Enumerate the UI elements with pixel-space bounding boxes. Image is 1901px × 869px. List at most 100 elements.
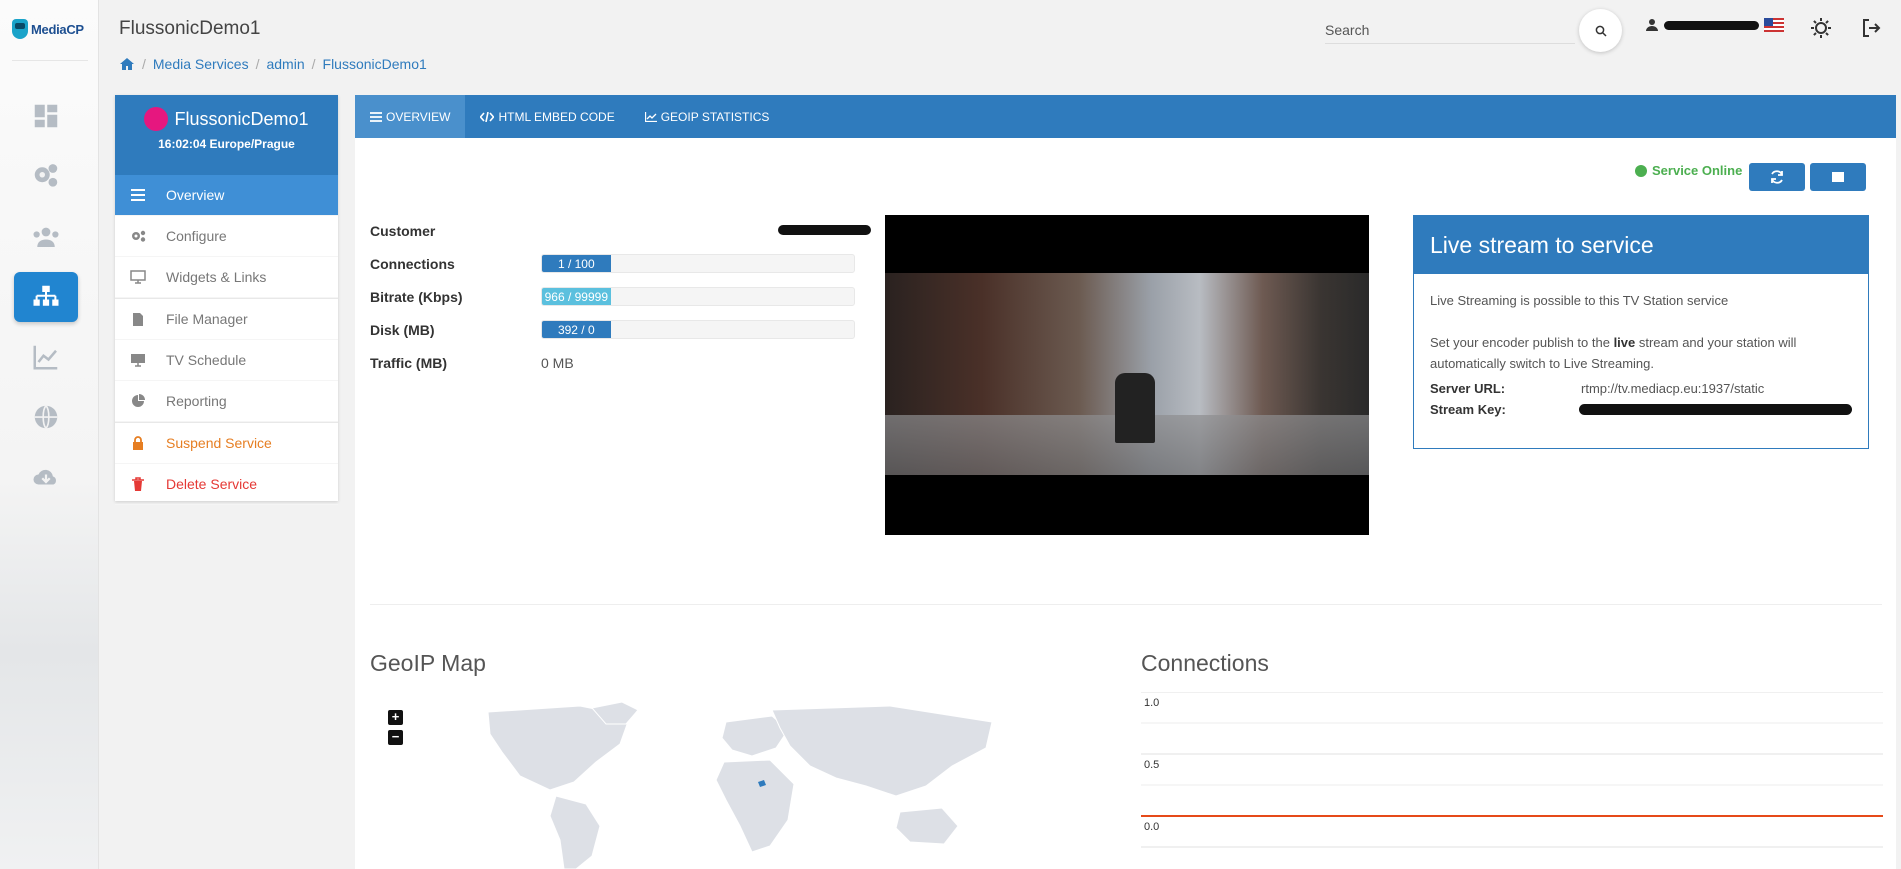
map-australia [895,807,959,845]
search-input[interactable]: Search [1325,20,1575,44]
menu-tv-schedule[interactable]: TV Schedule [115,340,338,381]
theme-toggle-icon[interactable] [1810,17,1832,39]
service-name: FlussonicDemo1 [174,108,309,129]
connections-chart: 1.0 0.5 0.0 [1141,692,1883,848]
live-stream-panel: Live stream to service Live Streaming is… [1413,215,1869,449]
menu-delete-service[interactable]: Delete Service [115,464,338,505]
stream-key-label: Stream Key: [1430,402,1506,417]
stop-button[interactable] [1810,163,1866,191]
chart-icon [644,111,657,122]
left-rail: MediaCP [0,0,99,869]
menu-reporting[interactable]: Reporting [115,381,338,422]
map-south-america [549,795,601,869]
gears-icon [132,230,146,242]
rail-settings[interactable] [14,151,78,201]
user-menu[interactable] [1645,18,1784,32]
menu-label: Configure [166,228,227,244]
server-url-value[interactable]: rtmp://tv.mediacp.eu:1937/static [1581,378,1764,399]
users-icon [33,227,59,247]
live-stream-title: Live stream to service [1414,216,1868,274]
connections-label: Connections [370,256,455,272]
menu-widgets-links[interactable]: Widgets & Links [115,257,338,298]
video-player[interactable] [885,215,1369,535]
rail-network[interactable] [14,392,78,442]
menu-file-manager[interactable]: File Manager [115,299,338,340]
redacted-username [1664,20,1759,30]
dashboard-icon [34,104,58,128]
menu-label: Widgets & Links [166,269,267,285]
menu-suspend-service[interactable]: Suspend Service [115,423,338,464]
status-online-icon [1635,164,1647,177]
menu-label: File Manager [166,311,248,327]
user-icon [1646,19,1658,31]
live-line2: Set your encoder publish to the live str… [1430,335,1797,371]
search-button[interactable] [1579,9,1622,52]
lock-icon [133,436,143,450]
us-flag-icon[interactable] [1764,18,1784,32]
section-divider [370,604,1882,605]
menu-label: Reporting [166,393,227,409]
rail-users[interactable] [14,212,78,262]
logo-mark-icon [12,19,28,39]
traffic-label: Traffic (MB) [370,355,447,371]
mediacp-logo[interactable]: MediaCP [12,14,88,44]
bars-icon [131,189,145,201]
breadcrumb-admin[interactable]: admin [266,56,304,72]
rail-statistics[interactable] [14,332,78,382]
menu-label: TV Schedule [166,352,247,368]
breadcrumb-separator: / [255,56,260,72]
tab-label: GEOIP STATISTICS [660,109,770,124]
menu-label: Delete Service [166,476,258,492]
monitor-icon [130,270,146,284]
traffic-value: 0 MB [541,355,574,371]
desktop-icon [131,354,145,367]
stop-icon [1832,172,1844,182]
disk-progress: 392 / 0 [541,320,855,339]
menu-label: Suspend Service [166,435,272,451]
tab-label: OVERVIEW [386,109,451,124]
globe-icon [34,405,58,429]
rail-downloads[interactable] [14,452,78,502]
live-line1: Live Streaming is possible to this TV St… [1430,293,1729,308]
gears-icon [34,164,58,187]
map-africa [715,759,795,853]
bitrate-fill: 966 / 99999 [542,288,611,305]
home-icon[interactable] [119,57,135,71]
search-icon [1595,25,1607,37]
tab-geoip-statistics[interactable]: GEOIP STATISTICS [630,95,785,138]
tab-overview[interactable]: OVERVIEW [355,95,466,138]
video-frame [885,273,1369,475]
breadcrumb-separator: / [311,56,316,72]
server-url-label: Server URL: [1430,381,1506,396]
menu-overview[interactable]: Overview [115,175,338,216]
bitrate-label: Bitrate (Kbps) [370,289,463,305]
geoip-map-title: GeoIP Map [370,650,486,676]
file-icon [133,312,143,326]
redacted-customer-value [778,225,871,235]
redacted-stream-key[interactable] [1579,404,1852,415]
chart-ytick-label: 1.0 [1144,697,1159,709]
service-status-dot [144,107,169,131]
pie-icon [132,394,145,407]
connections-fill: 1 / 100 [542,255,611,272]
rail-dashboard[interactable] [14,91,78,141]
service-header: FlussonicDemo1 16:02:04 Europe/Prague [115,95,338,175]
tab-html-embed-code[interactable]: HTML EMBED CODE [465,95,629,138]
sitemap-icon [33,285,59,306]
rail-media-services[interactable] [14,272,78,322]
breadcrumb-separator: / [142,56,146,72]
restart-button[interactable] [1749,163,1805,191]
geoip-world-map[interactable] [370,700,1020,869]
trash-icon [132,477,144,491]
rail-divider [12,60,88,61]
page-title: FlussonicDemo1 [119,18,261,39]
map-asia [771,705,993,797]
status-label: Service Online [1652,163,1743,178]
breadcrumb-media-services[interactable]: Media Services [153,56,249,72]
disk-label: Disk (MB) [370,322,435,338]
breadcrumb-service[interactable]: FlussonicDemo1 [323,56,427,72]
menu-configure[interactable]: Configure [115,216,338,257]
menu-label: Overview [166,187,225,203]
code-icon [480,111,495,122]
logout-icon[interactable] [1860,17,1882,39]
